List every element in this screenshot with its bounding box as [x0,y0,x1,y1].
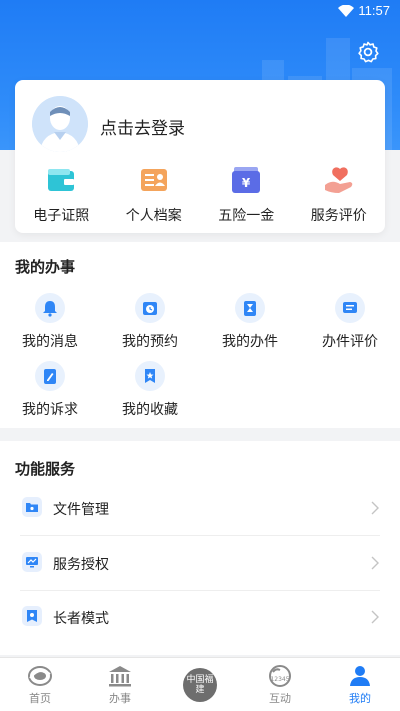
chevron-right-icon [371,556,379,570]
quick-item-service-rating[interactable]: 服务评价 [293,165,386,225]
service-row-elder-mode[interactable]: 长者模式 [20,591,380,645]
alarm-clock-icon [135,293,165,323]
home-swirl-icon [28,666,52,686]
task-item-my-appointments[interactable]: 我的预约 [100,293,200,351]
function-services-title: 功能服务 [15,461,76,478]
tab-affairs[interactable]: 办事 [80,658,160,711]
tab-home[interactable]: 首页 [0,658,80,711]
quick-item-electronic-certificate[interactable]: 电子证照 [15,165,108,225]
hotline-12345-icon: 12345 [269,665,291,687]
quick-item-personal-file[interactable]: 个人档案 [108,165,201,225]
task-item-label: 我的消息 [22,333,78,349]
task-item-label: 我的诉求 [22,401,78,417]
hotline-badge-text: 12345 [270,676,289,683]
monitor-chart-icon [22,552,42,572]
bottom-tab-bar: 首页 办事 中国福建 12345 互动 我的 [0,657,400,711]
my-affairs-section: 我的办事 我的消息 我的预约 我的办件 办件评价 我的诉求 我的收藏 [0,242,400,428]
service-label: 长者模式 [53,610,109,626]
heart-hand-icon [324,167,353,193]
quick-item-label: 五险一金 [218,207,275,223]
avatar[interactable] [32,96,88,152]
bell-icon [35,293,65,323]
service-row-service-authorization[interactable]: 服务授权 [20,537,380,591]
quick-item-label: 电子证照 [33,207,90,223]
insurance-yen-icon: ¥ [232,167,261,193]
user-avatar-icon [32,96,88,152]
comment-icon [335,293,365,323]
task-item-label: 我的办件 [222,333,278,349]
task-item-label: 我的收藏 [122,401,178,417]
tab-label: 首页 [29,693,51,705]
quick-item-label: 服务评价 [310,207,367,223]
service-row-file-management[interactable]: 文件管理 [20,482,380,536]
settings-gear-icon[interactable] [356,40,380,64]
login-prompt-link[interactable]: 点击去登录 [100,114,185,139]
tab-label: 互动 [269,693,291,705]
tab-label: 我的 [349,693,371,705]
chevron-right-icon [371,501,379,515]
elder-badge-icon [22,606,42,626]
my-affairs-title: 我的办事 [15,259,76,276]
task-item-my-messages[interactable]: 我的消息 [0,293,100,351]
task-item-my-cases[interactable]: 我的办件 [200,293,300,351]
hourglass-doc-icon [235,293,265,323]
tab-label: 办事 [109,693,131,705]
task-item-my-favorites[interactable]: 我的收藏 [100,361,200,419]
quick-item-insurance-fund[interactable]: ¥ 五险一金 [200,165,293,225]
bookmark-star-icon [135,361,165,391]
tab-interaction[interactable]: 12345 互动 [240,658,320,711]
chevron-right-icon [371,610,379,624]
quick-item-label: 个人档案 [125,207,182,223]
task-item-label: 我的预约 [122,333,178,349]
tab-center-seal[interactable]: 中国福建 [160,658,240,711]
function-services-section: 功能服务 文件管理 服务授权 长者模式 [0,441,400,655]
status-time: 11:57 [358,3,390,18]
task-item-my-requests[interactable]: 我的诉求 [0,361,100,419]
tab-mine[interactable]: 我的 [320,658,400,711]
quick-actions-row: 电子证照 个人档案 ¥ 五险一金 服务评价 [15,165,385,225]
profile-card: 点击去登录 电子证照 个人档案 ¥ 五险一金 服务评价 [15,80,385,233]
task-item-label: 办件评价 [322,333,378,349]
status-bar: 11:57 [0,0,400,24]
task-item-case-rating[interactable]: 办件评价 [300,293,400,351]
user-profile-icon [350,666,370,686]
service-label: 文件管理 [53,501,109,517]
card-wallet-icon [48,169,75,191]
wifi-icon [338,5,354,17]
china-fujian-seal-icon: 中国福建 [183,668,217,702]
svg-text:¥: ¥ [242,176,251,190]
government-building-icon [109,666,131,687]
profile-file-icon [140,169,167,191]
folder-icon [22,497,42,517]
service-label: 服务授权 [53,556,109,572]
edit-doc-icon [35,361,65,391]
